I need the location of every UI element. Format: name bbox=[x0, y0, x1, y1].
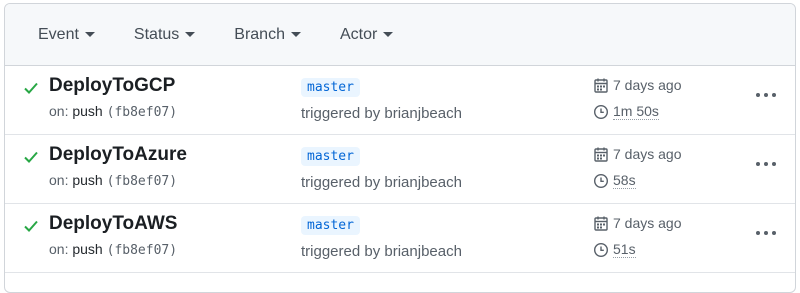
run-name-link[interactable]: DeployToGCP bbox=[49, 75, 175, 97]
run-duration-text: 1m 50s bbox=[613, 103, 659, 120]
clock-icon bbox=[593, 242, 609, 257]
success-check-icon bbox=[24, 220, 38, 232]
calendar-icon bbox=[594, 147, 608, 162]
run-name-link[interactable]: DeployToAzure bbox=[49, 144, 187, 166]
run-event: on: push (fb8ef07) bbox=[49, 103, 177, 120]
commit-sha[interactable]: (fb8ef07) bbox=[107, 174, 177, 189]
workflow-runs-panel: Event Status Branch Actor DeployToGCP on… bbox=[4, 3, 796, 293]
event-type: push bbox=[72, 103, 103, 119]
run-actions-kebab-icon[interactable] bbox=[756, 90, 776, 100]
event-prefix: on: bbox=[49, 103, 69, 119]
workflow-run-row: DeployToAzure on: push (fb8ef07) master … bbox=[5, 135, 795, 204]
event-type: push bbox=[72, 241, 103, 257]
commit-sha-value: fb8ef07 bbox=[114, 243, 170, 258]
commit-sha-value: fb8ef07 bbox=[114, 174, 170, 189]
filter-bar: Event Status Branch Actor bbox=[5, 4, 795, 66]
run-duration-text: 58s bbox=[613, 172, 636, 189]
event-type: push bbox=[72, 172, 103, 188]
filter-event-label: Event bbox=[38, 25, 79, 43]
filter-status[interactable]: Status bbox=[133, 25, 196, 44]
filter-actor-label: Actor bbox=[339, 25, 378, 43]
event-prefix: on: bbox=[49, 241, 69, 257]
filter-event[interactable]: Event bbox=[38, 26, 95, 44]
caret-down-icon bbox=[383, 32, 394, 37]
calendar-icon bbox=[594, 216, 608, 231]
commit-sha-value: fb8ef07 bbox=[114, 105, 170, 120]
branch-badge[interactable]: master bbox=[301, 216, 360, 235]
commit-sha[interactable]: (fb8ef07) bbox=[107, 105, 177, 120]
run-duration: 51s bbox=[593, 241, 636, 258]
run-date-text: 7 days ago bbox=[613, 77, 682, 93]
success-check-icon bbox=[24, 82, 38, 94]
workflow-run-row: DeployToGCP on: push (fb8ef07) master tr… bbox=[5, 66, 795, 135]
run-event: on: push (fb8ef07) bbox=[49, 172, 177, 189]
run-date-text: 7 days ago bbox=[613, 215, 682, 231]
run-duration-text: 51s bbox=[613, 241, 636, 258]
run-date: 7 days ago bbox=[593, 146, 682, 162]
run-date: 7 days ago bbox=[593, 215, 682, 231]
branch-badge[interactable]: master bbox=[301, 147, 360, 166]
filter-branch-label: Branch bbox=[234, 25, 285, 43]
run-duration: 58s bbox=[593, 172, 636, 189]
run-duration: 1m 50s bbox=[593, 103, 659, 120]
success-check-icon bbox=[24, 151, 38, 163]
event-prefix: on: bbox=[49, 172, 69, 188]
caret-down-icon bbox=[84, 32, 95, 37]
caret-down-icon bbox=[185, 32, 196, 37]
run-actions-kebab-icon[interactable] bbox=[756, 228, 776, 238]
caret-down-icon bbox=[290, 32, 301, 37]
filter-status-label: Status bbox=[133, 25, 180, 43]
run-event: on: push (fb8ef07) bbox=[49, 241, 177, 258]
filter-actor[interactable]: Actor bbox=[339, 25, 394, 44]
workflow-run-row: DeployToAWS on: push (fb8ef07) master tr… bbox=[5, 204, 795, 273]
run-actions-kebab-icon[interactable] bbox=[756, 159, 776, 169]
triggered-by: triggered by brianjbeach bbox=[301, 243, 462, 260]
clock-icon bbox=[593, 173, 609, 188]
branch-badge[interactable]: master bbox=[301, 78, 360, 97]
triggered-by: triggered by brianjbeach bbox=[301, 105, 462, 122]
calendar-icon bbox=[594, 78, 608, 93]
run-date-text: 7 days ago bbox=[613, 146, 682, 162]
run-date: 7 days ago bbox=[593, 77, 682, 93]
filter-branch[interactable]: Branch bbox=[234, 26, 301, 44]
run-name-link[interactable]: DeployToAWS bbox=[49, 213, 177, 235]
commit-sha[interactable]: (fb8ef07) bbox=[107, 243, 177, 258]
clock-icon bbox=[593, 104, 609, 119]
triggered-by: triggered by brianjbeach bbox=[301, 174, 462, 191]
